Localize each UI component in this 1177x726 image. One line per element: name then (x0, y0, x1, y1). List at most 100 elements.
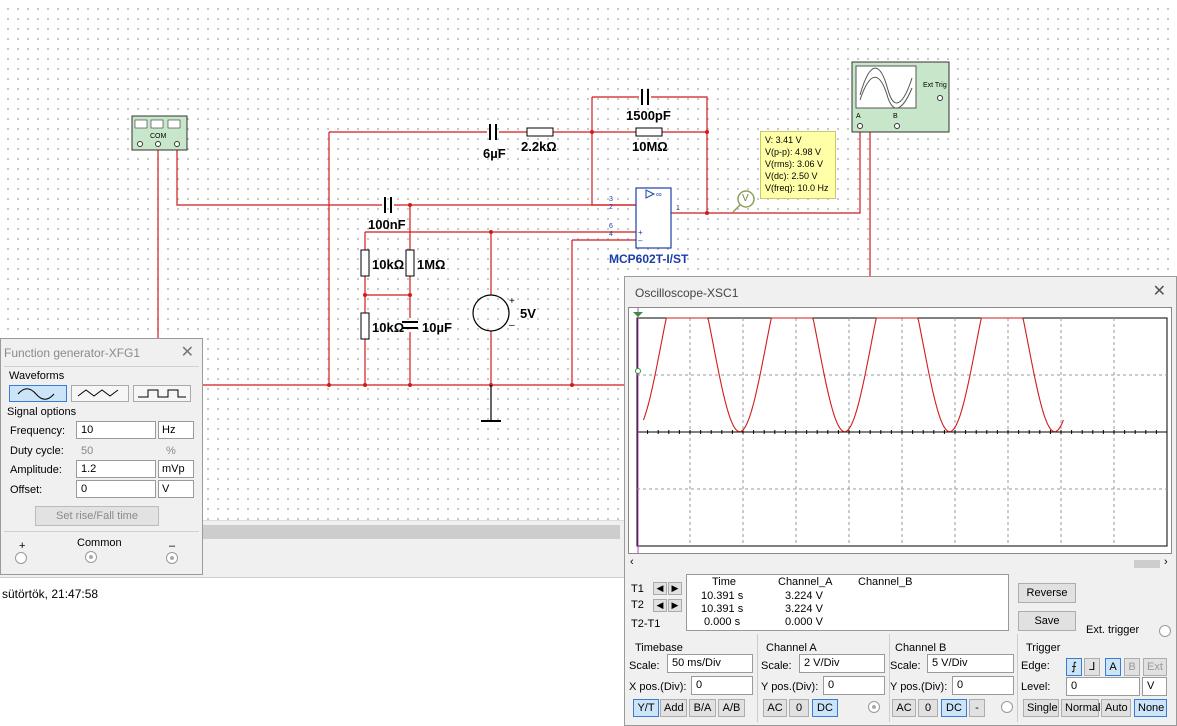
function-generator-window[interactable]: Function generator-XFG1 ✕ Waveforms Sign… (0, 338, 203, 575)
mode-yt-button[interactable]: Y/T (633, 699, 659, 717)
minus-terminal-label: – (169, 540, 176, 552)
offset-unit[interactable]: V (158, 480, 194, 498)
square-wave-icon[interactable] (133, 385, 191, 402)
pin-2: 2 (609, 204, 613, 211)
cap-10uf-label: 10µF (422, 320, 452, 335)
channel-a-ypos-input[interactable]: 0 (823, 676, 885, 695)
amplitude-unit[interactable]: mVp (158, 460, 194, 478)
trigger-source-ext[interactable]: Ext (1143, 658, 1167, 676)
channel-a-ypos-label: Y pos.(Div): (761, 681, 819, 693)
ext-trigger-label: Ext. trigger (1086, 624, 1140, 636)
ext-trigger-terminal[interactable] (1159, 625, 1171, 637)
scope-scrollbar[interactable]: ‹ › (628, 556, 1174, 571)
trigger-none-button[interactable]: None (1134, 699, 1167, 717)
mode-ba-button[interactable]: B/A (689, 699, 716, 717)
channel-a-terminal[interactable] (868, 701, 880, 713)
probe-vrms: V(rms): 3.06 V (765, 159, 824, 169)
duty-cycle-unit: % (166, 445, 176, 457)
timebase-scale-input[interactable]: 50 ms/Div (667, 654, 753, 673)
t1-left-arrow-icon[interactable]: ◀ (653, 582, 667, 595)
t1-label: T1 (631, 583, 644, 595)
t2-t1-label: T2-T1 (631, 618, 661, 630)
scrollbar-thumb[interactable] (1134, 560, 1160, 568)
scroll-right-icon[interactable]: › (1164, 556, 1168, 568)
res-2k2-label: 2.2kΩ (521, 139, 557, 154)
set-rise-fall-button[interactable]: Set rise/Fall time (35, 506, 159, 526)
t2-channel-a: 3.224 V (785, 603, 823, 615)
trigger-level-input[interactable]: 0 (1066, 677, 1140, 696)
offset-label: Offset: (10, 484, 43, 496)
channel-b-scale-input[interactable]: 5 V/Div (927, 654, 1014, 673)
amplitude-input[interactable]: 1.2 (76, 460, 156, 478)
cap-100nf-label: 100nF (368, 217, 406, 232)
channel-a-label: Channel A (766, 642, 817, 654)
trigger-source-a[interactable]: A (1105, 658, 1121, 676)
res-1m-label: 1MΩ (417, 257, 446, 272)
timebase-scale-label: Scale: (629, 660, 660, 672)
common-terminal[interactable] (85, 551, 97, 563)
t2-right-arrow-icon[interactable]: ▶ (668, 599, 682, 612)
log-panel: sütörtök, 21:47:58 (0, 580, 630, 726)
svg-text:–: – (509, 320, 515, 331)
mode-add-button[interactable]: Add (660, 699, 687, 717)
sine-wave-icon[interactable] (9, 385, 67, 402)
duty-cycle-input: 50 (81, 445, 94, 457)
t1-time: 10.391 s (701, 590, 744, 602)
channel-b-terminal[interactable] (1001, 701, 1013, 713)
falling-edge-icon[interactable]: ᒧ (1084, 658, 1100, 676)
trigger-single-button[interactable]: Single (1023, 699, 1059, 717)
channel-b-minus-button[interactable]: - (969, 699, 985, 717)
probe-icon[interactable]: V (742, 193, 749, 204)
cap-6uf-label: 6µF (483, 146, 506, 161)
channel-a-ac-button[interactable]: AC (763, 699, 787, 717)
pin-3: 3 (609, 196, 613, 203)
trigger-source-b[interactable]: B (1124, 658, 1140, 676)
channel-a-scale-label: Scale: (761, 660, 792, 672)
channel-a-dc-button[interactable]: DC (812, 699, 838, 717)
trace-marker (635, 368, 641, 374)
mode-ab-button[interactable]: A/B (718, 699, 745, 717)
channel-b-dc-button[interactable]: DC (941, 699, 967, 717)
opamp-label: MCP602T-I/ST (609, 252, 689, 266)
res-10k-b-label: 10kΩ (372, 320, 405, 335)
save-button[interactable]: Save (1018, 611, 1076, 631)
pin-4: 4 (609, 231, 613, 238)
scrollbar-thumb[interactable] (200, 525, 620, 539)
minus-terminal[interactable] (166, 552, 178, 564)
close-icon[interactable]: ✕ (181, 342, 194, 362)
signal-options-label: Signal options (7, 406, 77, 418)
channel-b-zero-button[interactable]: 0 (918, 699, 938, 717)
trigger-auto-button[interactable]: Auto (1101, 699, 1131, 717)
t2-left-arrow-icon[interactable]: ◀ (653, 599, 667, 612)
scope-a-label: A (856, 113, 861, 120)
trigger-level-unit[interactable]: V (1142, 677, 1167, 696)
oscilloscope-window[interactable]: Oscilloscope-XSC1 ✕ ‹ › T1 T2 T2-T1 ◀ ▶ … (624, 276, 1177, 726)
trigger-normal-button[interactable]: Normal (1061, 699, 1100, 717)
res-10m-label: 10MΩ (632, 139, 668, 154)
offset-input[interactable]: 0 (76, 480, 156, 498)
rising-edge-icon[interactable]: ⨍ (1066, 658, 1082, 676)
scroll-left-icon[interactable]: ‹ (630, 556, 634, 568)
plus-terminal[interactable] (15, 552, 27, 564)
divider (889, 634, 890, 722)
frequency-input[interactable]: 10 (76, 421, 156, 439)
channel-b-ypos-input[interactable]: 0 (952, 676, 1014, 695)
channel-b-ac-button[interactable]: AC (892, 699, 916, 717)
probe-readout: V: 3.41 V V(p-p): 4.98 V V(rms): 3.06 V … (760, 131, 836, 199)
channel-a-zero-button[interactable]: 0 (789, 699, 809, 717)
oscilloscope-screen[interactable] (628, 307, 1172, 554)
res-10k-a-label: 10kΩ (372, 257, 405, 272)
plus-terminal-label: + (19, 540, 26, 552)
frequency-unit[interactable]: Hz (158, 421, 194, 439)
fg-title: Function generator-XFG1 (4, 346, 141, 360)
cursor-handle-icon[interactable] (633, 312, 643, 317)
channel-a-scale-input[interactable]: 2 V/Div (799, 654, 885, 673)
close-icon[interactable]: ✕ (1153, 281, 1166, 301)
reverse-button[interactable]: Reverse (1018, 583, 1076, 603)
cap-1500pf-label: 1500pF (626, 108, 671, 123)
xpos-input[interactable]: 0 (691, 676, 753, 695)
t1-right-arrow-icon[interactable]: ▶ (668, 582, 682, 595)
triangle-wave-icon[interactable] (71, 385, 129, 402)
svg-text:+: + (509, 296, 515, 307)
t2-time: 10.391 s (701, 603, 744, 615)
